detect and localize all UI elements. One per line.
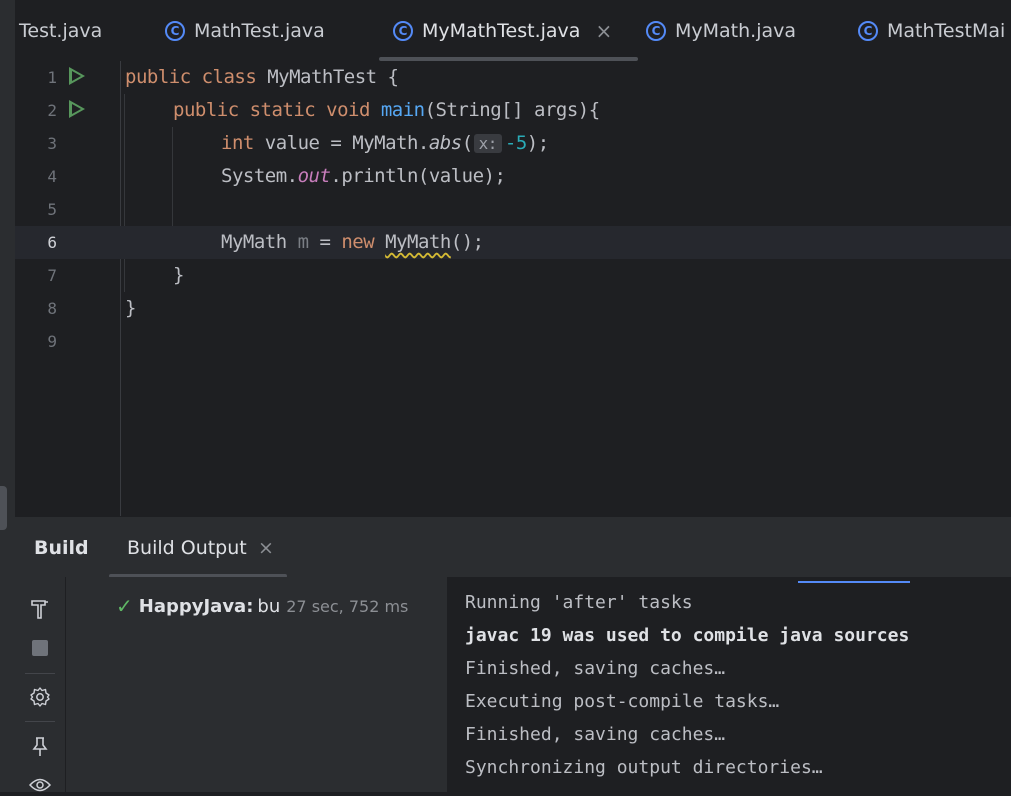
class-icon: C bbox=[165, 20, 185, 41]
code-line[interactable]: 2 public static void main(String[] args)… bbox=[15, 94, 1011, 127]
line-number: 8 bbox=[47, 299, 57, 318]
tab-label: MyMath.java bbox=[675, 19, 797, 42]
code-text: MyMath m = new MyMath(); bbox=[221, 231, 484, 253]
pin-icon[interactable] bbox=[29, 736, 51, 758]
build-duration: 27 sec, 752 ms bbox=[286, 596, 409, 616]
code-text: int value = MyMath.abs(x: -5); bbox=[221, 132, 549, 154]
tab-label: MyMathTest.java bbox=[422, 19, 581, 42]
run-icon[interactable] bbox=[69, 100, 85, 118]
code-line-current[interactable]: 6 MyMath m = new MyMath(); bbox=[15, 226, 1011, 259]
line-number: 7 bbox=[47, 266, 57, 285]
code-text: public class MyMathTest { bbox=[125, 66, 399, 88]
class-icon: C bbox=[646, 20, 666, 41]
panel-title: Build bbox=[34, 537, 89, 559]
console-line: Synchronizing output directories… bbox=[465, 757, 823, 778]
line-number: 3 bbox=[47, 134, 57, 153]
code-text: } bbox=[125, 297, 136, 319]
code-line[interactable]: 4 System.out.println(value); bbox=[15, 160, 1011, 193]
tab-mymathtest-java[interactable]: C MyMathTest.java × bbox=[379, 0, 639, 61]
build-console[interactable]: Running 'after' tasks javac 19 was used … bbox=[448, 577, 1011, 792]
gear-icon[interactable] bbox=[29, 686, 51, 708]
build-panel-header: Build Build Output × bbox=[15, 516, 1011, 578]
project-name: HappyJava: bbox=[138, 595, 254, 617]
code-text: public static void main(String[] args){ bbox=[173, 99, 600, 121]
hammer-icon[interactable] bbox=[29, 598, 51, 620]
close-icon[interactable]: × bbox=[595, 19, 612, 43]
truncated-link bbox=[798, 577, 910, 583]
console-line: javac 19 was used to compile java source… bbox=[465, 625, 910, 646]
code-line[interactable]: 9 bbox=[15, 325, 1011, 358]
code-line[interactable]: 3 int value = MyMath.abs(x: -5); bbox=[15, 127, 1011, 160]
class-icon: C bbox=[858, 20, 878, 41]
code-line[interactable]: 1 public class MyMathTest { bbox=[15, 61, 1011, 94]
eye-icon[interactable] bbox=[29, 774, 51, 796]
line-number: 1 bbox=[47, 68, 57, 87]
tab-test-java[interactable]: Test.java bbox=[19, 0, 102, 61]
code-line[interactable]: 7 } bbox=[15, 259, 1011, 292]
close-icon[interactable]: × bbox=[258, 537, 274, 559]
console-line: Executing post-compile tasks… bbox=[465, 691, 780, 712]
tab-mymath-java[interactable]: C MyMath.java bbox=[646, 0, 796, 61]
tab-label: MathTestMai bbox=[887, 19, 1006, 42]
check-icon: ✓ bbox=[116, 594, 133, 618]
run-icon[interactable] bbox=[69, 67, 85, 85]
line-number: 2 bbox=[47, 101, 57, 120]
tab-build-output[interactable]: Build Output bbox=[127, 537, 247, 559]
console-line: Finished, saving caches… bbox=[465, 658, 726, 679]
build-status-text: bu bbox=[257, 595, 281, 617]
toolbar-divider bbox=[25, 721, 55, 722]
code-line[interactable]: 8 } bbox=[15, 292, 1011, 325]
console-line: Finished, saving caches… bbox=[465, 724, 726, 745]
code-line[interactable]: 5 bbox=[15, 193, 1011, 226]
build-result-row[interactable]: ✓ HappyJava: bu 27 sec, 752 ms bbox=[116, 594, 408, 618]
build-toolbar bbox=[15, 577, 66, 792]
line-number: 6 bbox=[47, 233, 57, 252]
toolbar-divider bbox=[25, 673, 55, 674]
stop-icon[interactable] bbox=[29, 637, 51, 659]
line-number: 4 bbox=[47, 167, 57, 186]
class-icon: C bbox=[393, 20, 413, 41]
resize-handle[interactable] bbox=[0, 486, 7, 530]
build-tree: ✓ HappyJava: bu 27 sec, 752 ms bbox=[66, 577, 448, 792]
line-number: 9 bbox=[47, 332, 57, 351]
tab-label: Test.java bbox=[19, 19, 103, 42]
tab-mathtest-java[interactable]: C MathTest.java bbox=[165, 0, 325, 61]
code-text: System.out.println(value); bbox=[221, 165, 506, 187]
tab-mathtestmain-java[interactable]: C MathTestMai bbox=[858, 0, 1005, 61]
tab-label: MathTest.java bbox=[194, 19, 325, 42]
warning-squiggle: MyMath bbox=[385, 231, 451, 253]
code-editor[interactable]: 1 public class MyMathTest { 2 public sta… bbox=[15, 61, 1011, 516]
line-number: 5 bbox=[47, 200, 57, 219]
editor-tab-bar: Test.java C MathTest.java C MyMathTest.j… bbox=[15, 0, 1011, 62]
code-text: } bbox=[173, 264, 184, 286]
parameter-hint: x: bbox=[473, 134, 502, 153]
left-tool-strip bbox=[0, 0, 15, 792]
console-line: Running 'after' tasks bbox=[465, 592, 693, 613]
